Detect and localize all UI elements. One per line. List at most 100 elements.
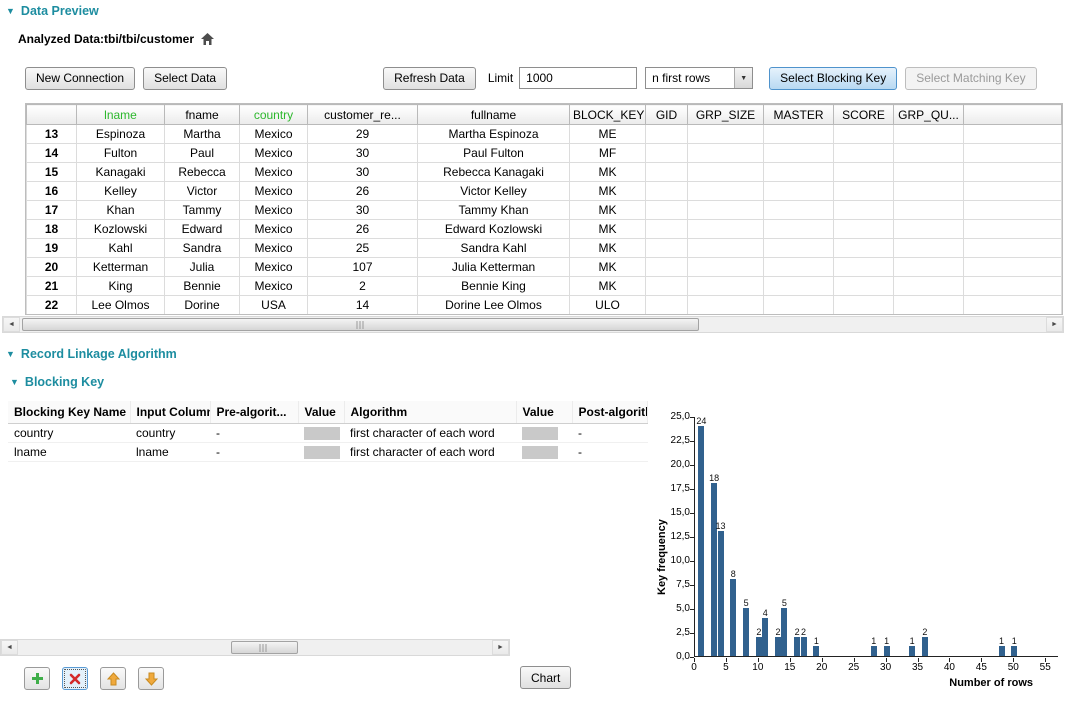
scroll-right-icon[interactable]: ► [492, 640, 509, 655]
column-header-blank[interactable] [964, 105, 1062, 125]
new-connection-button[interactable]: New Connection [25, 67, 135, 90]
row-number: 17 [27, 201, 77, 220]
bk-column-header-algorithm[interactable]: Algorithm [344, 401, 516, 424]
move-up-button[interactable] [100, 667, 126, 690]
chart-button[interactable]: Chart [520, 666, 571, 689]
refresh-data-button[interactable]: Refresh Data [383, 67, 476, 90]
value-box[interactable] [304, 427, 340, 440]
column-header-fname[interactable]: fname [165, 105, 240, 125]
value-box[interactable] [522, 427, 558, 440]
scroll-left-icon[interactable]: ◄ [3, 317, 20, 332]
scroll-right-icon[interactable]: ► [1046, 317, 1063, 332]
value-box[interactable] [522, 446, 558, 459]
bk-cell[interactable]: - [210, 443, 298, 462]
select-data-button[interactable]: Select Data [143, 67, 227, 90]
bar-value-label: 18 [701, 473, 727, 483]
rows-mode-value: n first rows [646, 68, 734, 88]
scroll-thumb[interactable] [231, 641, 297, 654]
table-row[interactable]: 22Lee OlmosDorineUSA14Dorine Lee OlmosUL… [27, 296, 1062, 315]
cell [894, 277, 964, 296]
y-tick-mark [690, 417, 694, 418]
bk-cell[interactable]: lname [8, 443, 130, 462]
cell [894, 163, 964, 182]
table-horizontal-scrollbar[interactable]: ◄ ► [2, 316, 1064, 333]
cell: Kanagaki [77, 163, 165, 182]
cell [894, 220, 964, 239]
table-row[interactable]: 15KanagakiRebeccaMexico30Rebecca Kanagak… [27, 163, 1062, 182]
scroll-grip-icon [260, 644, 269, 652]
record-linkage-section-header[interactable]: ▼ Record Linkage Algorithm [0, 343, 1069, 363]
bk-cell[interactable]: country [8, 424, 130, 443]
bk-cell[interactable]: first character of each word [344, 424, 516, 443]
cell: Lee Olmos [77, 296, 165, 315]
column-header-blank[interactable] [27, 105, 77, 125]
column-header-lname[interactable]: lname [77, 105, 165, 125]
rows-mode-combobox[interactable]: n first rows ▼ [645, 67, 753, 89]
scroll-track[interactable] [20, 317, 1046, 332]
table-row[interactable]: 13EspinozaMarthaMexico29Martha EspinozaM… [27, 125, 1062, 144]
bk-cell[interactable]: - [572, 424, 648, 443]
blocking-key-table[interactable]: Blocking Key NameInput ColumnPre-algorit… [8, 401, 648, 631]
table-row[interactable]: 14FultonPaulMexico30Paul FultonMF [27, 144, 1062, 163]
collapse-triangle-icon[interactable]: ▼ [6, 7, 15, 16]
add-row-button[interactable] [24, 667, 50, 690]
scroll-track[interactable] [18, 640, 492, 655]
collapse-triangle-icon[interactable]: ▼ [10, 378, 19, 387]
cell [894, 125, 964, 144]
bk-cell[interactable]: first character of each word [344, 443, 516, 462]
x-tick-label: 50 [1001, 662, 1025, 673]
column-header-block_key[interactable]: BLOCK_KEY [570, 105, 646, 125]
value-box[interactable] [304, 446, 340, 459]
data-preview-table[interactable]: lnamefnamecountrycustomer_re...fullnameB… [25, 103, 1063, 315]
column-header-score[interactable]: SCORE [834, 105, 894, 125]
column-header-country[interactable]: country [240, 105, 308, 125]
column-header-customer_re[interactable]: customer_re... [308, 105, 418, 125]
column-header-gid[interactable]: GID [646, 105, 688, 125]
blocking-key-section-header[interactable]: ▼ Blocking Key [4, 371, 1069, 391]
cell [894, 182, 964, 201]
move-down-button[interactable] [138, 667, 164, 690]
cell: Kahl [77, 239, 165, 258]
plus-icon [31, 672, 44, 685]
column-header-master[interactable]: MASTER [764, 105, 834, 125]
bk-column-header-value[interactable]: Value [516, 401, 572, 424]
x-tick-mark [886, 658, 887, 662]
cell [834, 163, 894, 182]
table-row[interactable]: 16KelleyVictorMexico26Victor KelleyMK [27, 182, 1062, 201]
bk-cell[interactable]: - [210, 424, 298, 443]
row-action-buttons [24, 667, 164, 690]
column-header-grp_qu[interactable]: GRP_QU... [894, 105, 964, 125]
bk-column-header-prealgorit[interactable]: Pre-algorit... [210, 401, 298, 424]
table-row[interactable]: 17KhanTammyMexico30Tammy KhanMK [27, 201, 1062, 220]
table-row[interactable]: 21KingBennieMexico2Bennie KingMK [27, 277, 1062, 296]
limit-input[interactable] [519, 67, 637, 89]
scroll-thumb[interactable] [22, 318, 699, 331]
home-icon[interactable] [200, 32, 215, 46]
collapse-triangle-icon[interactable]: ▼ [6, 350, 15, 359]
table-row[interactable]: 20KettermanJuliaMexico107Julia Ketterman… [27, 258, 1062, 277]
select-blocking-key-button[interactable]: Select Blocking Key [769, 67, 897, 90]
column-header-fullname[interactable]: fullname [418, 105, 570, 125]
bk-cell[interactable]: country [130, 424, 210, 443]
blocking-key-horizontal-scrollbar[interactable]: ◄ ► [0, 639, 510, 656]
table-row[interactable]: 19KahlSandraMexico25Sandra KahlMK [27, 239, 1062, 258]
scroll-left-icon[interactable]: ◄ [1, 640, 18, 655]
table-row[interactable]: 18KozlowskiEdwardMexico26Edward Kozlowsk… [27, 220, 1062, 239]
bk-cell[interactable]: lname [130, 443, 210, 462]
data-preview-section-header[interactable]: ▼ Data Preview [0, 0, 1069, 20]
bk-cell[interactable]: - [572, 443, 648, 462]
bk-column-header-value[interactable]: Value [298, 401, 344, 424]
blocking-key-row[interactable]: countrycountry-first character of each w… [8, 424, 648, 443]
cell [646, 163, 688, 182]
chevron-down-icon[interactable]: ▼ [734, 68, 752, 88]
bk-column-header-inputcolumn[interactable]: Input Column [130, 401, 210, 424]
bk-column-header-blockingkeyname[interactable]: Blocking Key Name [8, 401, 130, 424]
column-header-grp_size[interactable]: GRP_SIZE [688, 105, 764, 125]
bk-column-header-postalgorith[interactable]: Post-algorith... [572, 401, 648, 424]
blocking-key-row[interactable]: lnamelname-first character of each word- [8, 443, 648, 462]
cell: Victor [165, 182, 240, 201]
select-matching-key-button[interactable]: Select Matching Key [905, 67, 1036, 90]
x-tick-label: 55 [1033, 662, 1057, 673]
x-tick-mark [822, 658, 823, 662]
delete-row-button[interactable] [62, 667, 88, 690]
